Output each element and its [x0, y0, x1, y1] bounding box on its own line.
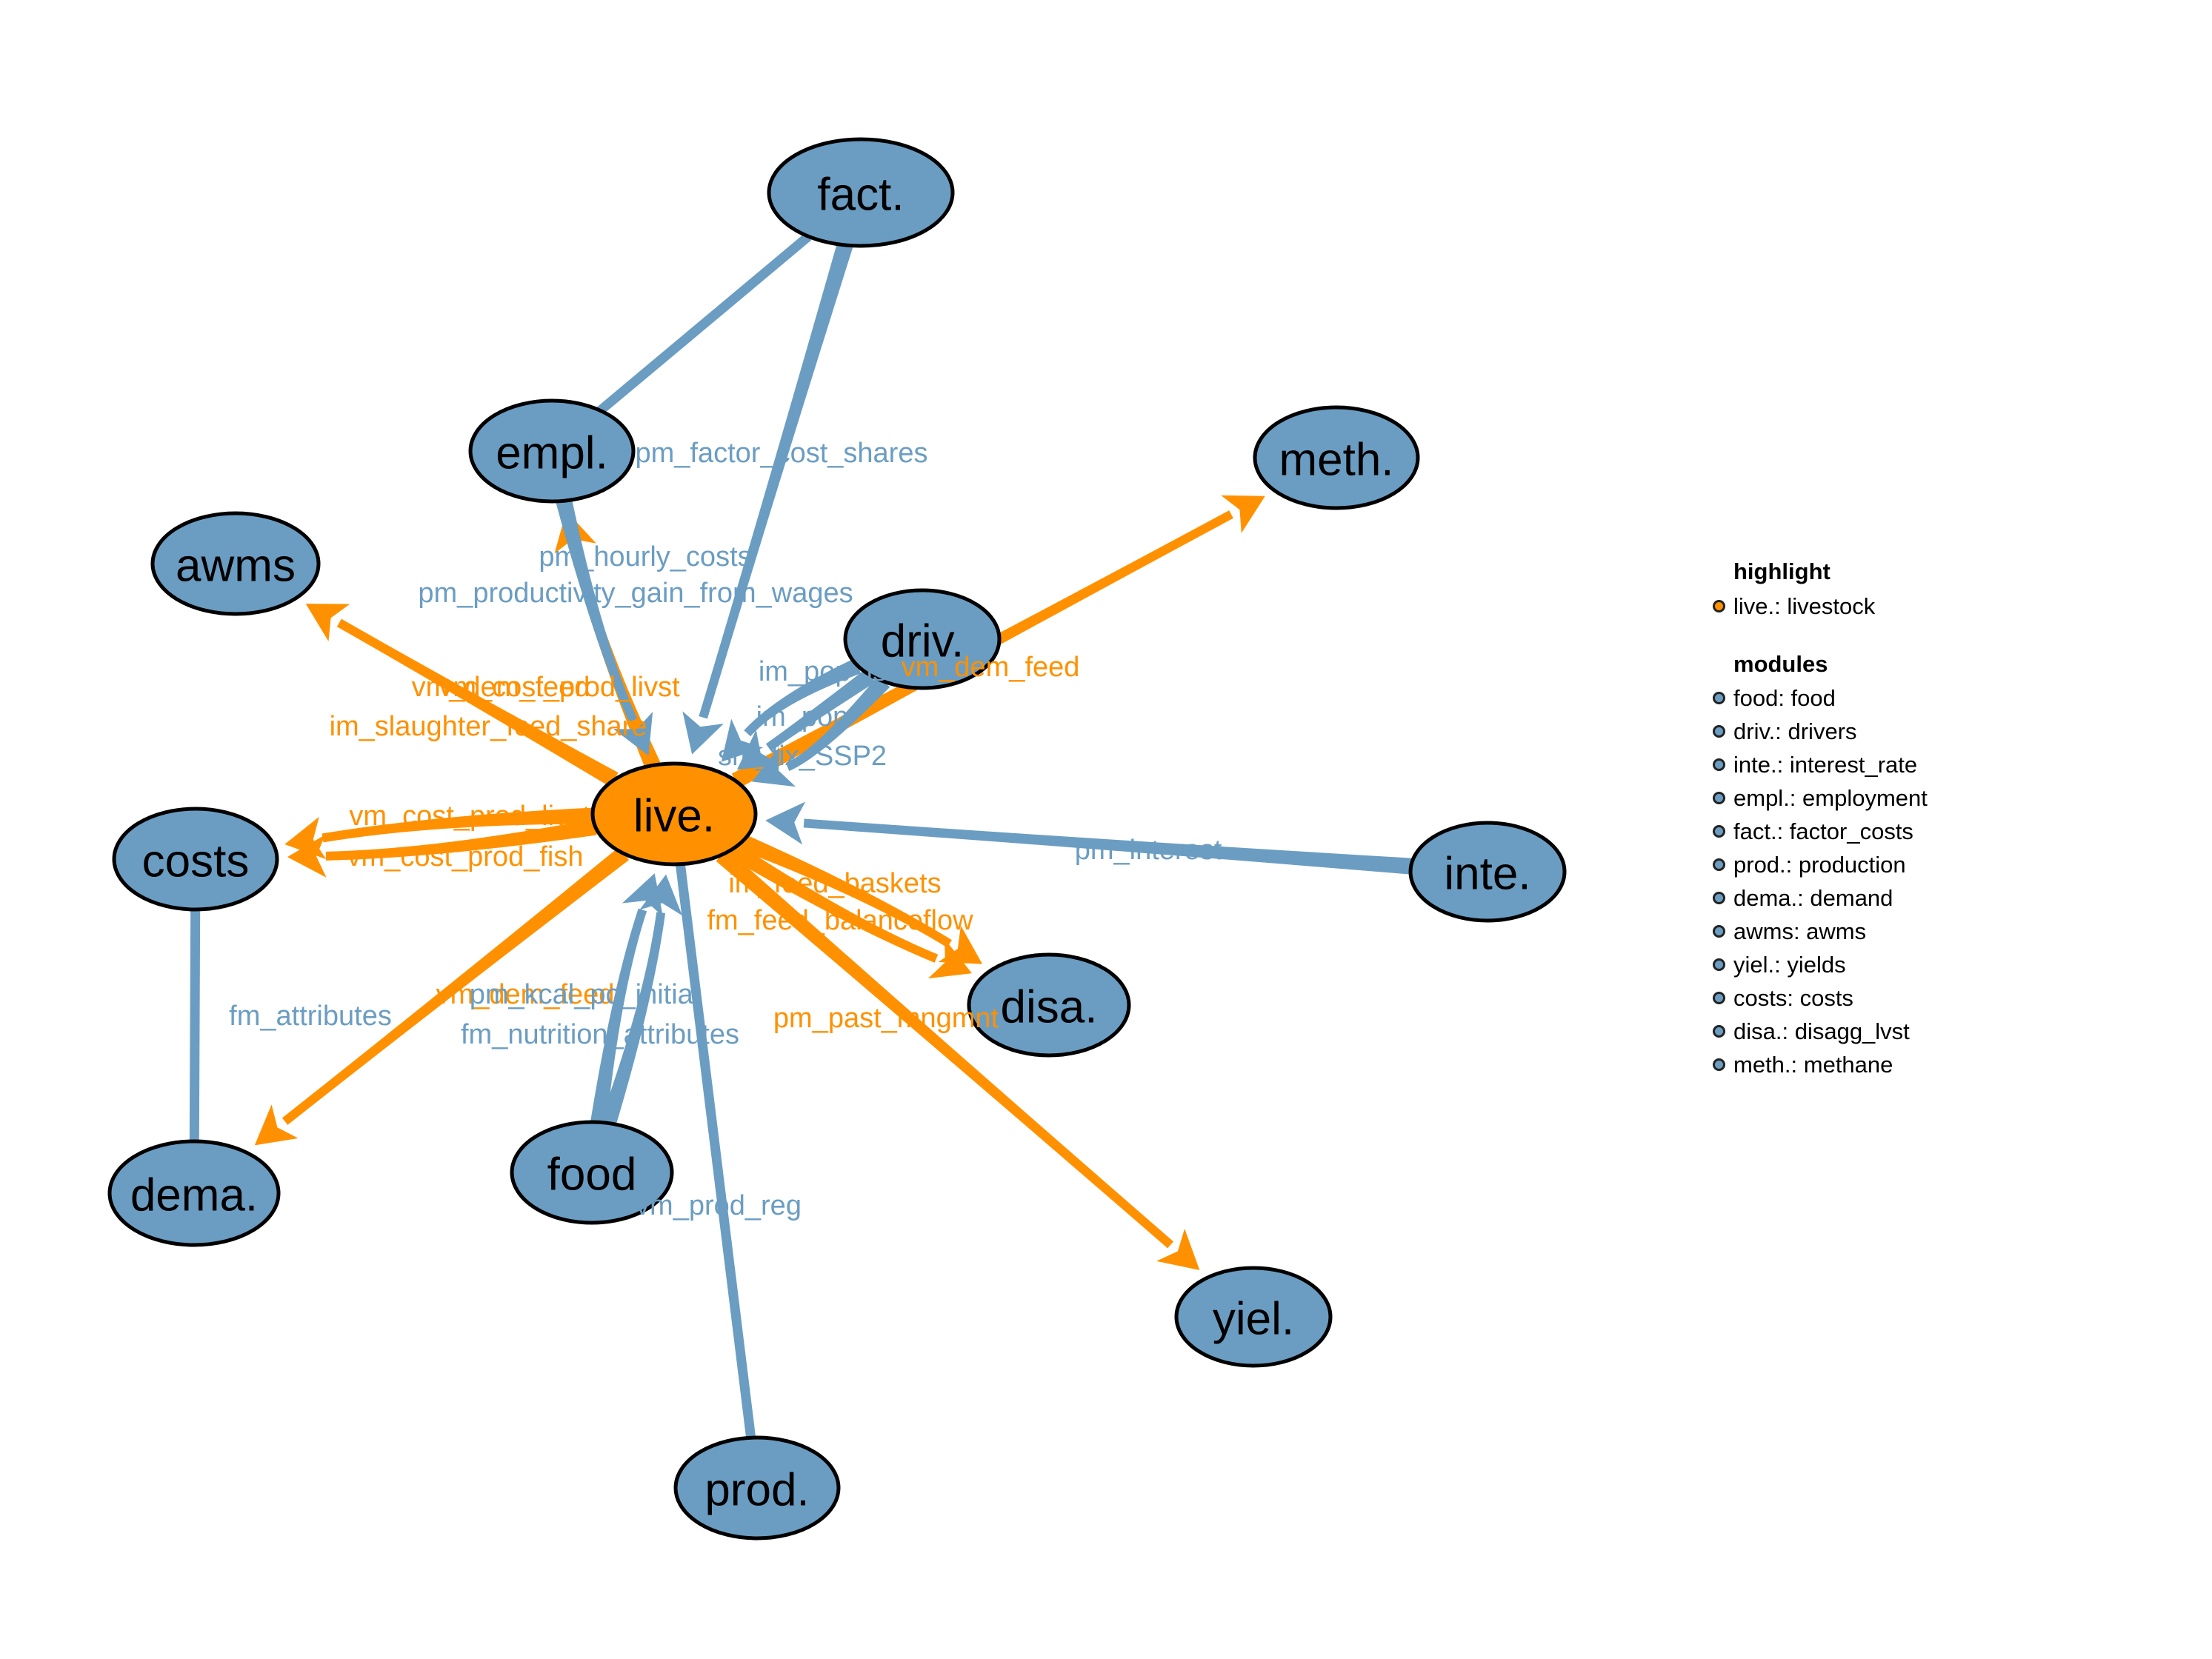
- legend-marker-icon: [1713, 892, 1725, 905]
- legend-marker-icon: [1713, 1025, 1725, 1038]
- graph-node-dema[interactable]: dema.: [107, 1139, 281, 1247]
- edge-arrowhead: [765, 801, 806, 845]
- node-label: empl.: [496, 428, 608, 479]
- graph-node-prod[interactable]: prod.: [673, 1435, 841, 1540]
- node-label: prod.: [704, 1465, 809, 1516]
- node-label: costs: [142, 836, 250, 887]
- legend-marker-icon: [1713, 858, 1725, 872]
- node-label: meth.: [1279, 435, 1393, 486]
- edge-label: pm_productivity_gain_from_wages: [418, 578, 853, 609]
- node-label: disa.: [1001, 982, 1098, 1033]
- legend-item-highlight-0[interactable]: live.: livestock: [1713, 590, 2128, 623]
- node-label: inte.: [1444, 849, 1530, 900]
- legend-group-highlight: highlight live.: livestock: [1713, 557, 2128, 623]
- legend-item-label: inte.: interest_rate: [1733, 752, 1918, 778]
- edge-line: [189, 909, 201, 1142]
- edge-label: im_pop_iso: [759, 656, 902, 687]
- graph-node-empl[interactable]: empl.: [468, 398, 636, 504]
- edge-layer: [189, 233, 1412, 1438]
- legend-marker-icon: [1713, 792, 1725, 805]
- edge-label: vm_cost_prod_fish: [347, 841, 584, 872]
- legend-item-label: live.: livestock: [1733, 592, 1876, 619]
- edge-label: im_feed_baskets: [728, 868, 941, 899]
- edge-label: pm_factor_cost_shares: [636, 438, 928, 469]
- graph-node-live[interactable]: live.: [590, 761, 758, 867]
- legend-item-modules-6[interactable]: dema.: demand: [1713, 881, 2128, 915]
- edge-label: fm_feed_balanceflow: [707, 905, 973, 936]
- edge-label: im_slaughter_feed_share: [330, 711, 647, 742]
- legend-item-modules-5[interactable]: prod.: production: [1713, 848, 2128, 881]
- legend-marker-icon: [1713, 725, 1725, 738]
- edge-label: vm_dem_feed: [902, 652, 1080, 683]
- edge-label: vm_prod_reg: [636, 1190, 802, 1221]
- legend-item-modules-4[interactable]: fact.: factor_costs: [1713, 815, 2128, 848]
- legend-item-label: empl.: employment: [1733, 785, 1928, 812]
- edge-label: pm_past_mngmnt: [773, 1003, 999, 1034]
- graph-node-fact[interactable]: fact.: [767, 137, 955, 248]
- edge-line: [675, 864, 756, 1438]
- legend-item-modules-11[interactable]: meth.: methane: [1713, 1048, 2128, 1081]
- legend-marker-icon: [1713, 925, 1725, 938]
- node-label: awms: [176, 541, 296, 592]
- legend-marker-icon: [1713, 1058, 1725, 1072]
- legend-item-label: driv.: drivers: [1733, 718, 1857, 745]
- graph-node-awms[interactable]: awms: [150, 511, 321, 616]
- legend-title-modules: modules: [1733, 650, 1828, 677]
- legend-module-items: food: food driv.: drivers inte.: interest_…: [1713, 681, 2128, 1081]
- legend-item-modules-3[interactable]: empl.: employment: [1713, 781, 2128, 815]
- legend-item-label: dema.: demand: [1733, 885, 1893, 912]
- legend-item-label: yiel.: yields: [1733, 952, 1846, 978]
- legend-item-label: meth.: methane: [1733, 1052, 1893, 1078]
- legend-marker-icon: [1713, 958, 1725, 972]
- legend-group-modules: modules food: food driv.: drivers inte.: i…: [1713, 650, 2128, 1082]
- edge-label: vm_cost_prod_livst: [349, 801, 590, 832]
- legend-item-modules-8[interactable]: yiel.: yields: [1713, 948, 2128, 981]
- edge-label: pm_interest: [1075, 835, 1222, 866]
- edge-label: pm_hourly_costs: [539, 541, 751, 573]
- legend-item-label: awms: awms: [1733, 918, 1867, 945]
- node-label: fact.: [817, 170, 904, 221]
- legend-item-label: prod.: production: [1733, 852, 1906, 878]
- legend-highlight-items: live.: livestock: [1713, 590, 2128, 623]
- legend-item-modules-10[interactable]: disa.: disagg_lvst: [1713, 1015, 2128, 1048]
- graph-node-inte[interactable]: inte.: [1408, 821, 1567, 923]
- node-label: live.: [633, 791, 715, 842]
- legend-item-label: fact.: factor_costs: [1733, 818, 1913, 845]
- edge-shaft: [336, 618, 619, 787]
- edge-label: sm_fix_SSP2: [718, 741, 887, 772]
- graph-node-meth[interactable]: meth.: [1253, 405, 1420, 510]
- graph-node-yiel[interactable]: yiel.: [1174, 1266, 1333, 1368]
- graph-edge: [675, 864, 756, 1438]
- edge-label: vm_dem_feed: [412, 672, 590, 703]
- legend-item-label: food: food: [1733, 685, 1836, 712]
- legend-marker-icon: [1713, 825, 1725, 838]
- legend-item-modules-7[interactable]: awms: awms: [1713, 915, 2128, 948]
- graph-edge: [189, 909, 201, 1142]
- graph-node-costs[interactable]: costs: [112, 807, 279, 912]
- node-label: food: [547, 1149, 637, 1201]
- legend-item-modules-9[interactable]: costs: costs: [1713, 981, 2128, 1015]
- edge-line: [597, 233, 812, 415]
- edge-label: fm_attributes: [229, 1001, 392, 1032]
- legend-marker-icon: [1713, 599, 1725, 612]
- graph-edge: [597, 233, 812, 415]
- legend-item-label: costs: costs: [1733, 985, 1853, 1012]
- legend-item-modules-0[interactable]: food: food: [1713, 681, 2128, 715]
- legend-item-label: disa.: disagg_lvst: [1733, 1018, 1910, 1045]
- edge-label: fm_nutrition_attributes: [461, 1019, 739, 1050]
- legend-title-highlight: highlight: [1733, 558, 1830, 584]
- edge-label: im_pop: [756, 701, 849, 732]
- legend-marker-icon: [1713, 992, 1725, 1005]
- figure-canvas: fact. empl. meth. awms driv. costs live. inte. d…: [0, 0, 2212, 1659]
- legend-marker-icon: [1713, 692, 1725, 705]
- legend: highlight live.: livestock modules food:…: [1713, 557, 2128, 1108]
- legend-marker-icon: [1713, 758, 1725, 772]
- legend-item-modules-1[interactable]: driv.: drivers: [1713, 715, 2128, 748]
- legend-item-modules-2[interactable]: inte.: interest_rate: [1713, 748, 2128, 781]
- edge-label: pm_kcal_pc_initial: [470, 979, 700, 1010]
- node-label: yiel.: [1213, 1294, 1294, 1345]
- node-label: dema.: [130, 1170, 258, 1221]
